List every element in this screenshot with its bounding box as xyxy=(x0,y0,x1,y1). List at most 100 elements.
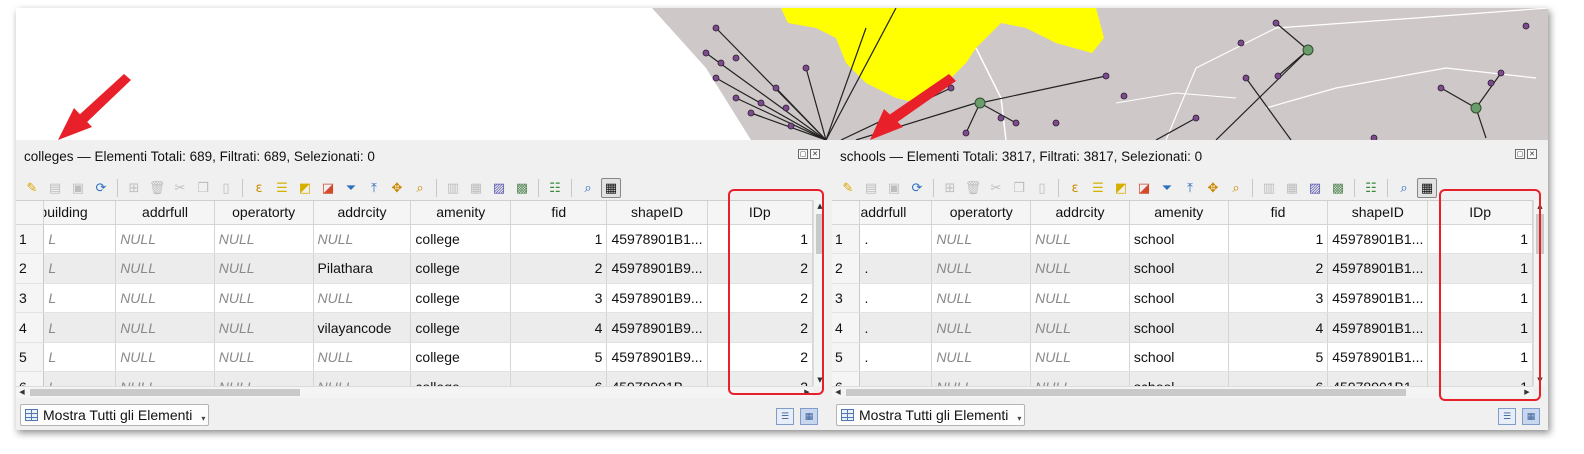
close-icon[interactable]: ✕ xyxy=(810,149,820,159)
column-header-addrfull[interactable]: addrfull xyxy=(859,201,933,225)
select-by-expression-icon[interactable]: ε xyxy=(1065,178,1085,198)
column-header-amenity[interactable]: amenity xyxy=(1129,201,1229,225)
cell[interactable]: NULL xyxy=(1030,253,1130,284)
cell[interactable]: . xyxy=(859,224,933,255)
cell[interactable]: school xyxy=(1129,224,1229,255)
row-header[interactable]: 3 xyxy=(16,283,45,314)
cell[interactable]: NULL xyxy=(115,224,215,255)
cell[interactable]: NULL xyxy=(1030,342,1130,373)
filter-select-icon[interactable]: ⏷ xyxy=(1157,178,1177,198)
cell[interactable]: school xyxy=(1129,342,1229,373)
zoom-to-selected-icon[interactable]: ⌕ xyxy=(410,178,430,198)
table-row[interactable]: 3 L NULL NULL NULL college 3 45978901B9.… xyxy=(16,283,813,314)
column-header-amenity[interactable]: amenity xyxy=(410,201,512,225)
deselect-icon[interactable]: ◪ xyxy=(1134,178,1154,198)
dock-undock-icon[interactable]: ⌕ xyxy=(1394,178,1414,198)
table-row[interactable]: 5 . NULL NULL school 5 45978901B1... 1 xyxy=(832,342,1533,373)
cell[interactable]: NULL xyxy=(214,224,314,255)
cell[interactable]: 3 xyxy=(510,283,608,314)
cell[interactable]: NULL xyxy=(1030,283,1130,314)
copy-icon[interactable]: ❐ xyxy=(193,178,213,198)
actions-icon[interactable]: ▦ xyxy=(601,178,621,198)
cell[interactable]: vilayancode xyxy=(313,312,412,343)
cell[interactable]: college xyxy=(410,253,512,284)
cell[interactable]: NULL xyxy=(931,312,1032,343)
column-header-fid[interactable]: fid xyxy=(510,201,608,225)
cell[interactable]: L xyxy=(43,342,117,373)
row-header[interactable]: 2 xyxy=(16,253,45,284)
add-feature-icon[interactable]: ⊞ xyxy=(940,178,960,198)
column-header-operatorty[interactable]: operatorty xyxy=(931,201,1032,225)
row-header[interactable]: 5 xyxy=(832,342,861,373)
row-header[interactable]: 3 xyxy=(832,283,861,314)
table-row[interactable]: 2 . NULL NULL school 2 45978901B1... 1 xyxy=(832,253,1533,284)
cell[interactable]: school xyxy=(1129,312,1229,343)
organize-columns-icon[interactable]: ☷ xyxy=(545,178,565,198)
scroll-thumb[interactable] xyxy=(846,389,1406,396)
column-header-fid[interactable]: fid xyxy=(1228,201,1329,225)
cell[interactable]: NULL xyxy=(115,312,215,343)
select-all-icon[interactable]: ☰ xyxy=(1088,178,1108,198)
new-field-icon[interactable]: ▥ xyxy=(443,178,463,198)
cell[interactable]: school xyxy=(1129,283,1229,314)
cell[interactable]: 5 xyxy=(510,342,608,373)
cell[interactable]: 3 xyxy=(1228,283,1329,314)
cell[interactable]: NULL xyxy=(931,224,1032,255)
cell[interactable]: . xyxy=(859,342,933,373)
pan-to-selected-icon[interactable]: ✥ xyxy=(1203,178,1223,198)
toggle-editing-icon[interactable]: ✎ xyxy=(22,178,42,198)
horizontal-scrollbar[interactable]: ◀ ▶ xyxy=(16,386,813,398)
cell[interactable]: 2 xyxy=(510,253,608,284)
cell[interactable]: college xyxy=(410,283,512,314)
row-header[interactable]: 1 xyxy=(16,224,45,255)
cell[interactable]: 45978901B1... xyxy=(1327,312,1429,343)
organize-columns-icon[interactable]: ☷ xyxy=(1361,178,1381,198)
horizontal-scrollbar[interactable]: ◀ ▶ xyxy=(832,386,1533,398)
multi-edit-icon[interactable]: ▤ xyxy=(861,178,881,198)
cell[interactable]: 45978901B1... xyxy=(1327,283,1429,314)
scroll-left-icon[interactable]: ◀ xyxy=(832,387,844,398)
row-header[interactable]: 4 xyxy=(16,312,45,343)
cell[interactable]: 4 xyxy=(1228,312,1329,343)
column-header-shapeid[interactable]: shapeID xyxy=(606,201,708,225)
pan-to-selected-icon[interactable]: ✥ xyxy=(387,178,407,198)
table-row[interactable]: 5 L NULL NULL NULL college 5 45978901B9.… xyxy=(16,342,813,373)
select-by-expression-icon[interactable]: ε xyxy=(249,178,269,198)
cell[interactable]: 45978901B9... xyxy=(606,283,708,314)
delete-field-icon[interactable]: ▦ xyxy=(466,178,486,198)
cell[interactable]: NULL xyxy=(214,283,314,314)
cell[interactable]: NULL xyxy=(214,253,314,284)
cell[interactable]: Pilathara xyxy=(313,253,412,284)
cell[interactable]: . xyxy=(859,253,933,284)
filter-select-icon[interactable]: ⏷ xyxy=(341,178,361,198)
corner-cell[interactable] xyxy=(16,201,45,225)
cell[interactable]: college xyxy=(410,312,512,343)
field-calculator-icon[interactable]: ▨ xyxy=(489,178,509,198)
cell[interactable]: 45978901B1... xyxy=(1327,253,1429,284)
column-header-building[interactable]: building xyxy=(43,201,117,225)
cell[interactable]: 45978901B9... xyxy=(606,312,708,343)
column-header-addrcity[interactable]: addrcity xyxy=(313,201,412,225)
cell[interactable]: 5 xyxy=(1228,342,1329,373)
form-view-button[interactable]: ☰ xyxy=(776,408,794,425)
cell[interactable]: . xyxy=(859,312,933,343)
row-header[interactable]: 1 xyxy=(832,224,861,255)
conditional-formatting-icon[interactable]: ▩ xyxy=(1328,178,1348,198)
cell[interactable]: NULL xyxy=(931,253,1032,284)
select-all-icon[interactable]: ☰ xyxy=(272,178,292,198)
cell[interactable]: NULL xyxy=(931,283,1032,314)
cell[interactable]: college xyxy=(410,224,512,255)
scroll-thumb[interactable] xyxy=(30,389,300,396)
delete-selected-icon[interactable]: 🗑 xyxy=(963,178,983,198)
row-header[interactable]: 5 xyxy=(16,342,45,373)
float-icon[interactable]: ▢ xyxy=(798,149,808,159)
map-canvas[interactable] xyxy=(16,8,1548,140)
cell[interactable]: NULL xyxy=(313,342,412,373)
deselect-icon[interactable]: ◪ xyxy=(318,178,338,198)
delete-field-icon[interactable]: ▦ xyxy=(1282,178,1302,198)
cell[interactable]: NULL xyxy=(115,342,215,373)
cell[interactable]: L xyxy=(43,224,117,255)
conditional-formatting-icon[interactable]: ▩ xyxy=(512,178,532,198)
cell[interactable]: NULL xyxy=(1030,224,1130,255)
cell[interactable]: NULL xyxy=(313,283,412,314)
